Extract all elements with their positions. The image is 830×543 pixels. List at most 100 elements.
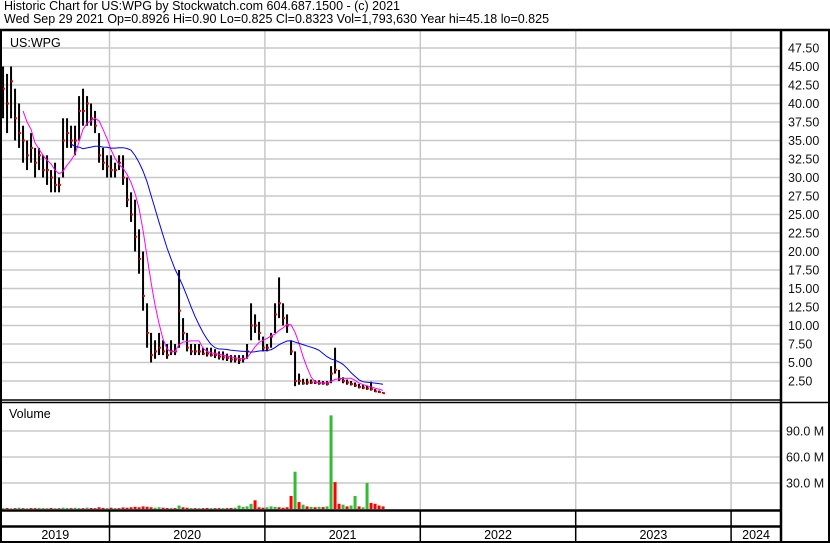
close-tick bbox=[143, 294, 146, 297]
volume-bar bbox=[273, 506, 277, 509]
volume-bar bbox=[25, 508, 29, 509]
volume-bar bbox=[181, 507, 185, 509]
close-tick bbox=[83, 109, 86, 112]
year-label: 2023 bbox=[639, 528, 667, 542]
close-tick bbox=[71, 139, 74, 142]
volume-bar bbox=[177, 505, 181, 509]
volume-bar bbox=[105, 508, 109, 509]
volume-tick-label: 90.0 M bbox=[786, 425, 824, 439]
volume-bar bbox=[5, 507, 9, 509]
close-tick bbox=[259, 331, 262, 334]
volume-bar bbox=[365, 483, 369, 509]
volume-bar bbox=[341, 504, 345, 509]
close-tick bbox=[79, 109, 82, 112]
volume-bar bbox=[149, 507, 153, 509]
close-tick bbox=[211, 354, 214, 357]
close-tick bbox=[375, 390, 378, 393]
close-tick bbox=[19, 132, 22, 135]
chart-frame bbox=[0, 28, 830, 543]
volume-bar bbox=[349, 505, 353, 509]
volume-bar bbox=[373, 503, 377, 509]
close-tick bbox=[363, 386, 366, 389]
volume-bar bbox=[337, 503, 341, 509]
close-tick bbox=[331, 372, 334, 375]
close-tick bbox=[251, 324, 254, 327]
close-tick bbox=[275, 313, 278, 316]
close-tick bbox=[63, 139, 66, 142]
volume-bar bbox=[77, 508, 81, 509]
volume-bars bbox=[1, 415, 385, 509]
price-tick-label: 42.50 bbox=[788, 79, 819, 93]
volume-bar bbox=[317, 506, 321, 509]
price-tick-label: 27.50 bbox=[788, 190, 819, 204]
close-tick bbox=[95, 124, 98, 127]
volume-bar bbox=[173, 508, 177, 509]
price-tick-label: 5.00 bbox=[788, 356, 812, 370]
volume-bar bbox=[313, 507, 317, 509]
year-label: 2021 bbox=[329, 528, 357, 542]
volume-bar bbox=[237, 505, 241, 509]
close-tick bbox=[43, 169, 46, 172]
volume-bar bbox=[69, 508, 73, 509]
volume-bar bbox=[21, 508, 25, 509]
price-tick-label: 40.00 bbox=[788, 97, 819, 111]
price-tick-label: 32.50 bbox=[788, 153, 819, 167]
volume-bar bbox=[241, 506, 245, 509]
volume-bar bbox=[101, 507, 105, 509]
volume-tick-label: 60.0 M bbox=[786, 451, 824, 465]
close-tick bbox=[151, 354, 154, 357]
price-tick-label: 15.00 bbox=[788, 282, 819, 296]
volume-bar bbox=[13, 508, 17, 509]
volume-bar bbox=[121, 507, 125, 509]
volume-bar bbox=[85, 507, 89, 509]
volume-bar bbox=[261, 507, 265, 509]
volume-bar bbox=[309, 506, 313, 509]
close-tick bbox=[303, 382, 306, 385]
volume-bar bbox=[61, 507, 65, 509]
close-tick bbox=[279, 302, 282, 305]
close-tick bbox=[159, 346, 162, 349]
volume-bar bbox=[329, 415, 333, 509]
close-tick bbox=[311, 381, 314, 384]
close-tick bbox=[183, 331, 186, 334]
close-tick bbox=[223, 356, 226, 359]
close-tick bbox=[187, 346, 190, 349]
price-tick-label: 37.50 bbox=[788, 116, 819, 130]
volume-bar bbox=[45, 508, 49, 509]
volume-bar bbox=[325, 506, 329, 509]
volume-bar bbox=[301, 504, 305, 509]
price-tick-label: 17.50 bbox=[788, 264, 819, 278]
volume-bar bbox=[265, 507, 269, 509]
volume-bar bbox=[357, 506, 361, 509]
volume-bar bbox=[57, 508, 61, 509]
close-tick bbox=[347, 381, 350, 384]
volume-bar bbox=[193, 508, 197, 509]
close-tick bbox=[167, 354, 170, 357]
price-tick-label: 47.50 bbox=[788, 42, 819, 56]
close-tick bbox=[239, 359, 242, 362]
close-tick bbox=[371, 388, 374, 391]
close-tick bbox=[7, 102, 10, 105]
close-tick bbox=[55, 183, 58, 186]
volume-bar bbox=[293, 471, 297, 509]
volume-bar bbox=[285, 507, 289, 509]
close-tick bbox=[11, 80, 14, 83]
close-tick bbox=[299, 380, 302, 382]
symbol-label: US:WPG bbox=[10, 36, 61, 50]
close-tick bbox=[47, 169, 50, 172]
ma-long-line bbox=[70, 143, 384, 385]
close-tick bbox=[343, 380, 346, 382]
price-tick-label: 30.00 bbox=[788, 171, 819, 185]
volume-bar bbox=[361, 507, 365, 509]
volume-bar bbox=[97, 507, 101, 509]
close-tick bbox=[67, 132, 70, 135]
volume-bar bbox=[233, 507, 237, 509]
close-tick bbox=[127, 198, 130, 201]
price-tick-label: 35.00 bbox=[788, 134, 819, 148]
volume-bar bbox=[209, 508, 213, 509]
close-tick bbox=[123, 176, 126, 179]
close-tick bbox=[75, 139, 78, 142]
close-tick bbox=[383, 392, 386, 395]
volume-bar bbox=[189, 507, 193, 509]
volume-bar bbox=[297, 502, 301, 509]
